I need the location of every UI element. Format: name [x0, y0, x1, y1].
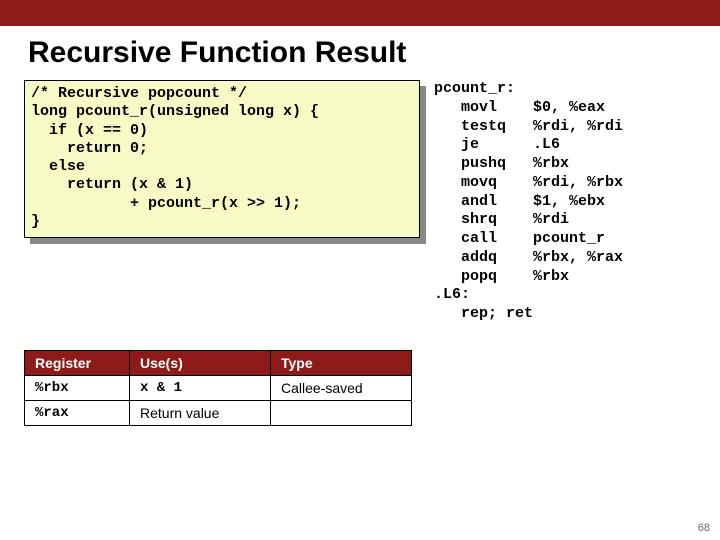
register-table: Register Use(s) Type %rbx x & 1 Callee-s… [24, 350, 412, 426]
cell-use: Return value [130, 400, 271, 425]
asm-line: testq %rdi, %rdi [434, 118, 623, 135]
table-row: %rbx x & 1 Callee-saved [25, 375, 412, 400]
table-header-row: Register Use(s) Type [25, 350, 412, 375]
asm-line: rep; ret [434, 305, 533, 322]
asm-line: call pcount_r [434, 230, 605, 247]
code-box-wrap: /* Recursive popcount */ long pcount_r(u… [24, 80, 420, 238]
code-line: /* Recursive popcount */ [31, 85, 247, 102]
code-line: return (x & 1) [31, 176, 193, 193]
code-line: return 0; [31, 140, 148, 157]
asm-line: .L6: [434, 286, 470, 303]
header-type: Type [271, 350, 412, 375]
code-line: else [31, 158, 85, 175]
asm-line: pcount_r: [434, 80, 515, 97]
code-line: } [31, 213, 40, 230]
code-line: + pcount_r(x >> 1); [31, 195, 301, 212]
page-number: 68 [698, 522, 710, 534]
asm-line: popq %rbx [434, 268, 569, 285]
cell-register: %rbx [25, 375, 130, 400]
asm-line: je .L6 [434, 136, 560, 153]
code-line: if (x == 0) [31, 122, 148, 139]
asm-line: movq %rdi, %rbx [434, 174, 623, 191]
slide-title: Recursive Function Result [28, 36, 720, 70]
table-row: %rax Return value [25, 400, 412, 425]
content-row: /* Recursive popcount */ long pcount_r(u… [0, 80, 720, 324]
cell-register: %rax [25, 400, 130, 425]
asm-line: andl $1, %ebx [434, 193, 605, 210]
asm-code-box: pcount_r: movl $0, %eax testq %rdi, %rdi… [434, 80, 700, 324]
cell-type: Callee-saved [271, 375, 412, 400]
asm-line: addq %rbx, %rax [434, 249, 623, 266]
cell-type [271, 400, 412, 425]
asm-line: shrq %rdi [434, 211, 569, 228]
asm-line: movl $0, %eax [434, 99, 605, 116]
cell-use: x & 1 [130, 375, 271, 400]
header-use: Use(s) [130, 350, 271, 375]
header-register: Register [25, 350, 130, 375]
code-line: long pcount_r(unsigned long x) { [31, 103, 319, 120]
asm-line: pushq %rbx [434, 155, 569, 172]
c-code-box: /* Recursive popcount */ long pcount_r(u… [24, 80, 420, 238]
top-bar [0, 0, 720, 26]
